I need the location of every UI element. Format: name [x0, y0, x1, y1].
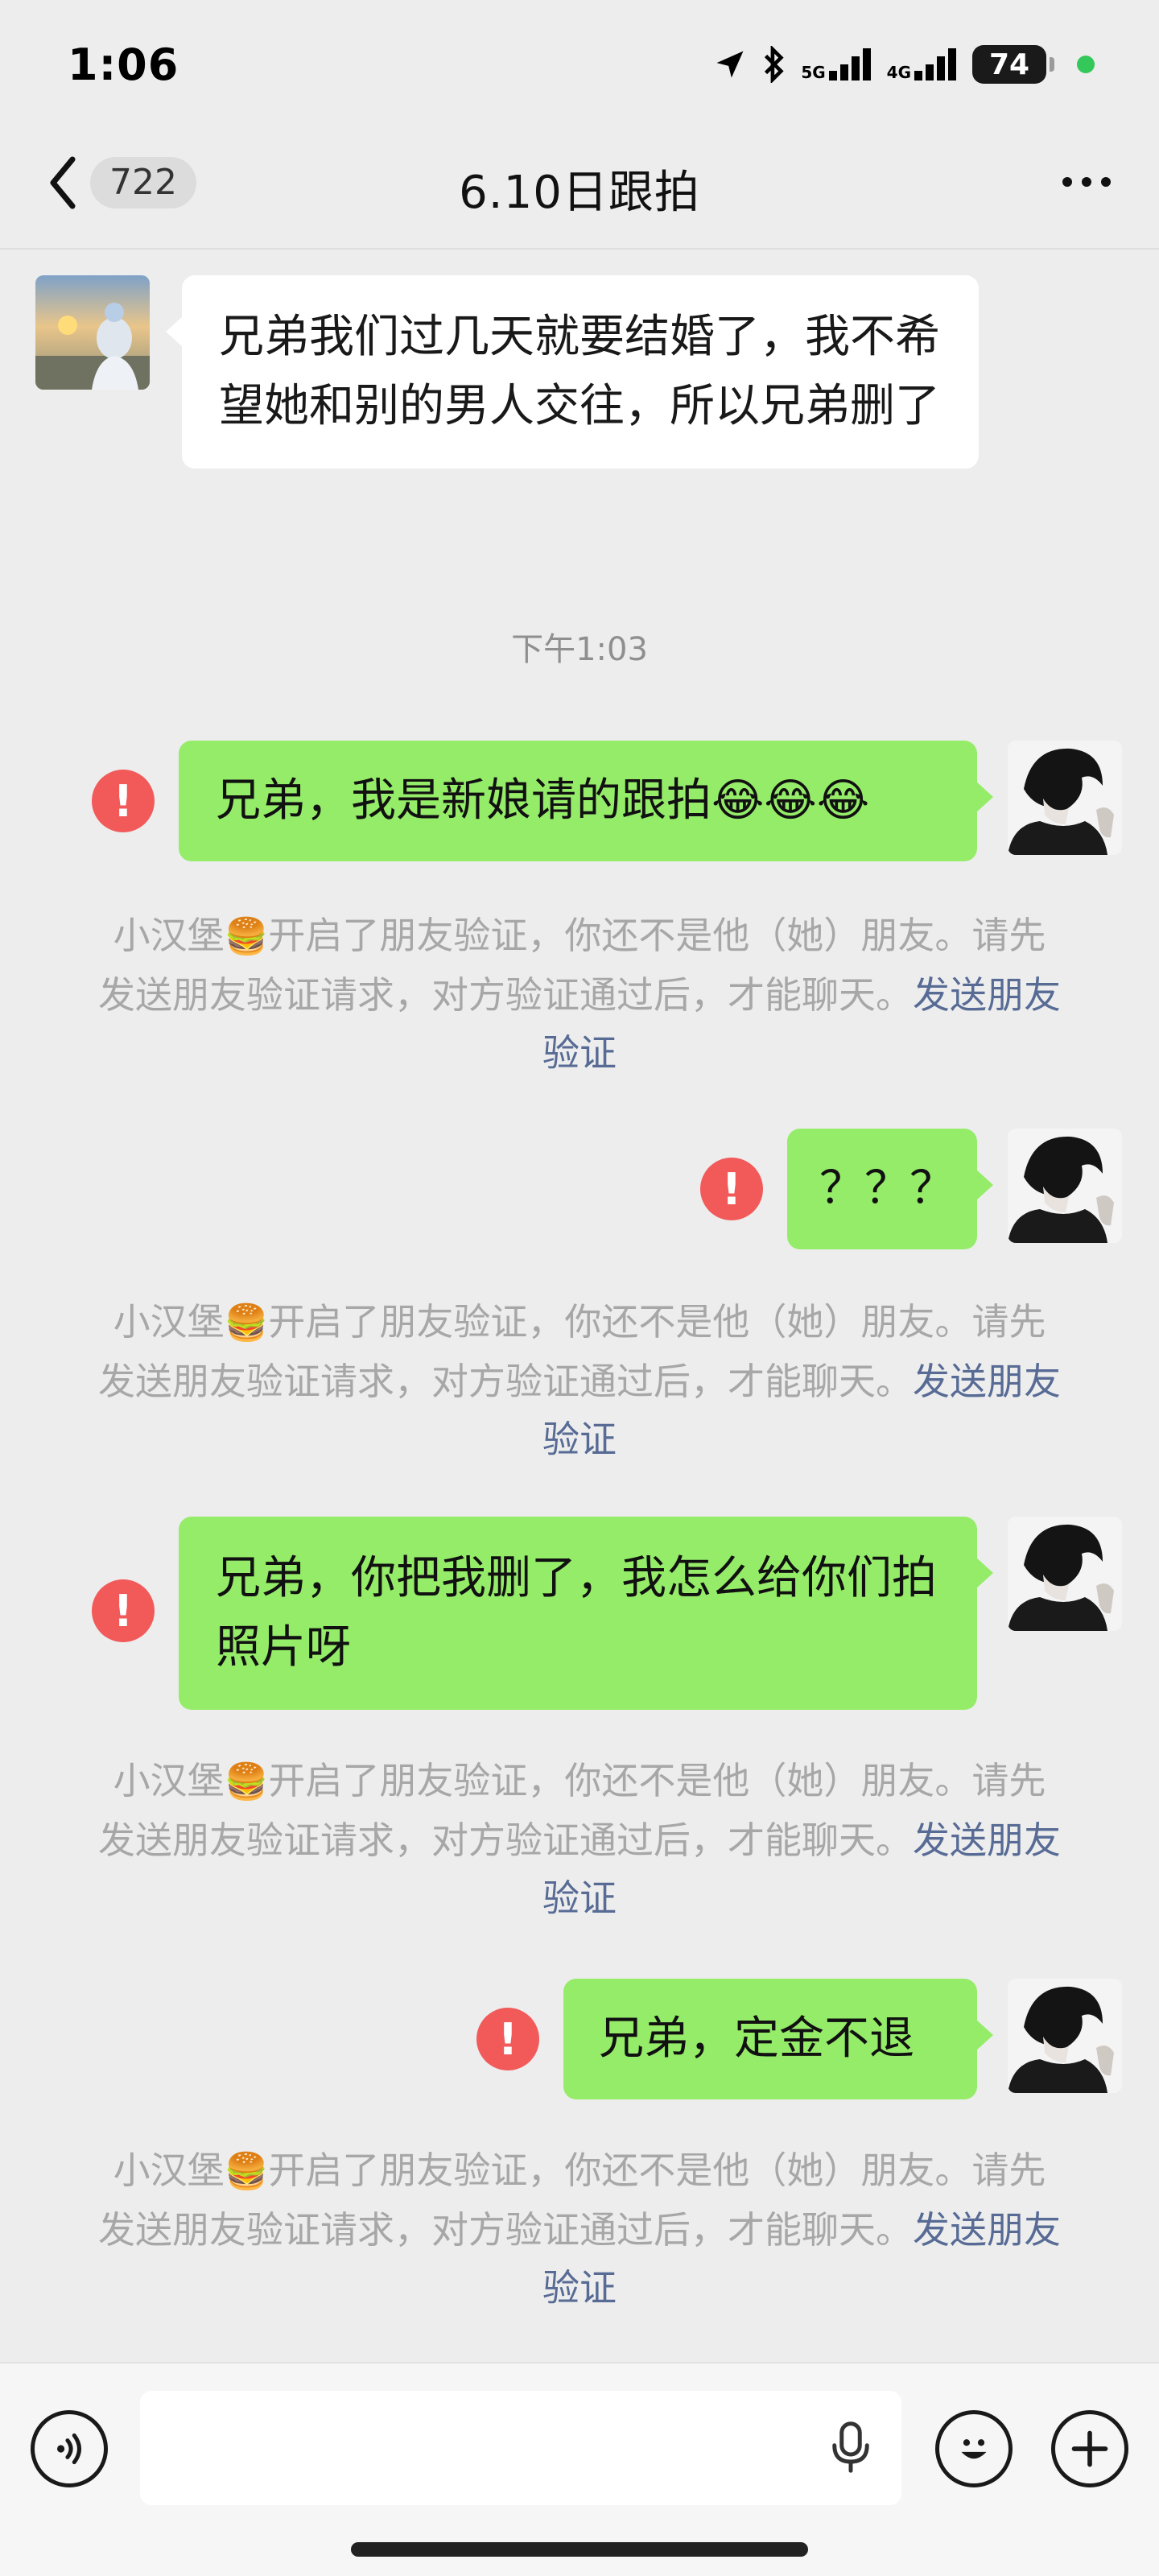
- unread-count-badge: 722: [90, 156, 196, 209]
- message-input[interactable]: [140, 2391, 901, 2505]
- burger-emoji: 🍔: [224, 1761, 269, 1802]
- error-mark: !: [113, 1585, 134, 1637]
- voice-input-button[interactable]: [829, 2420, 872, 2478]
- network-4g-label: 4G: [886, 63, 911, 82]
- voice-mode-button[interactable]: [31, 2410, 108, 2487]
- more-dot: [1101, 177, 1111, 187]
- emoji-button[interactable]: [935, 2410, 1013, 2487]
- my-avatar[interactable]: [1008, 1517, 1122, 1631]
- message-text: 兄弟，我是新娘请的跟拍😂😂😂: [216, 774, 870, 827]
- contact-avatar[interactable]: [35, 275, 150, 390]
- more-functions-button[interactable]: [1051, 2410, 1128, 2487]
- outgoing-message[interactable]: 兄弟，定金不退: [563, 1979, 993, 2099]
- outgoing-message[interactable]: 兄弟，你把我删了，我怎么给你们拍照片呀: [179, 1517, 993, 1710]
- battery-level: 74: [988, 47, 1030, 81]
- my-avatar[interactable]: [1008, 1979, 1122, 2093]
- send-failed-icon[interactable]: !: [476, 2008, 539, 2070]
- burger-emoji: 🍔: [224, 2151, 269, 2192]
- message-text: 兄弟，定金不退: [599, 2013, 914, 2065]
- message-text: ？？？: [819, 1162, 955, 1215]
- burger-emoji: 🍔: [224, 916, 269, 957]
- friend-verification-notice: 小汉堡🍔开启了朋友验证，你还不是他（她）朋友。请先发送朋友验证请求，对方验证通过…: [97, 2141, 1062, 2317]
- contact-name: 小汉堡: [113, 914, 225, 957]
- privacy-dot: [1077, 56, 1095, 73]
- network-5g-label: 5G: [801, 63, 826, 82]
- contact-avatar-image: [35, 275, 150, 390]
- bluetooth-icon: [765, 46, 784, 83]
- my-avatar-image: [1008, 1129, 1122, 1243]
- smiley-face-icon: [961, 2439, 987, 2459]
- cellular-5g: 5G: [801, 48, 872, 80]
- microphone-icon: [832, 2421, 869, 2473]
- message-text: 兄弟我们过几天就要结婚了，我不希望她和别的男人交往，所以兄弟删了: [219, 311, 940, 432]
- signal-bars-icon: [914, 48, 956, 80]
- contact-name: 小汉堡: [113, 1300, 225, 1344]
- contact-name: 小汉堡: [113, 1759, 225, 1802]
- home-indicator[interactable]: [351, 2542, 808, 2557]
- my-avatar-image: [1008, 1979, 1122, 2093]
- send-failed-icon[interactable]: !: [92, 770, 155, 832]
- error-mark: !: [497, 2013, 518, 2065]
- status-icons: 5G 4G 74: [712, 45, 1095, 84]
- message-text: 兄弟，你把我删了，我怎么给你们拍照片呀: [216, 1552, 937, 1674]
- status-bar: 1:06 5G 4G 74: [0, 0, 1159, 129]
- message-list[interactable]: 兄弟我们过几天就要结婚了，我不希望她和别的男人交往，所以兄弟删了 下午1:03 …: [0, 251, 1159, 2360]
- back-button[interactable]: 722: [47, 155, 196, 211]
- contact-name: 小汉堡: [113, 2149, 225, 2192]
- signal-bars-icon: [828, 48, 871, 80]
- chevron-left-icon: [50, 156, 76, 209]
- incoming-message[interactable]: 兄弟我们过几天就要结婚了，我不希望她和别的男人交往，所以兄弟删了: [166, 275, 979, 469]
- more-dot: [1062, 177, 1072, 187]
- friend-verification-notice: 小汉堡🍔开启了朋友验证，你还不是他（她）朋友。请先发送朋友验证请求，对方验证通过…: [97, 1293, 1062, 1468]
- cellular-4g: 4G: [887, 48, 958, 80]
- more-dot: [1082, 177, 1091, 187]
- my-avatar[interactable]: [1008, 1129, 1122, 1243]
- friend-verification-notice: 小汉堡🍔开启了朋友验证，你还不是他（她）朋友。请先发送朋友验证请求，对方验证通过…: [97, 1752, 1062, 1927]
- my-avatar-image: [1008, 741, 1122, 855]
- more-options-button[interactable]: [1062, 161, 1111, 203]
- plus-icon: [1071, 2430, 1108, 2467]
- battery-cap: [1050, 57, 1054, 72]
- error-mark: !: [721, 1163, 742, 1215]
- voice-wave-icon: [57, 2433, 81, 2465]
- error-mark: !: [113, 775, 134, 827]
- chat-header: 722 6.10日跟拍: [0, 129, 1159, 250]
- status-time: 1:06: [68, 39, 179, 90]
- send-failed-icon[interactable]: !: [700, 1158, 763, 1220]
- send-failed-icon[interactable]: !: [92, 1579, 155, 1642]
- my-avatar-image: [1008, 1517, 1122, 1631]
- burger-emoji: 🍔: [224, 1302, 269, 1344]
- message-timestamp: 下午1:03: [511, 631, 648, 668]
- friend-verification-notice: 小汉堡🍔开启了朋友验证，你还不是他（她）朋友。请先发送朋友验证请求，对方验证通过…: [97, 906, 1062, 1082]
- location-arrow-icon: [716, 51, 744, 78]
- my-avatar[interactable]: [1008, 741, 1122, 855]
- battery-indicator: 74: [972, 45, 1046, 84]
- outgoing-message[interactable]: ？？？: [787, 1129, 993, 1249]
- outgoing-message[interactable]: 兄弟，我是新娘请的跟拍😂😂😂: [179, 741, 993, 861]
- chat-title: 6.10日跟拍: [459, 166, 700, 219]
